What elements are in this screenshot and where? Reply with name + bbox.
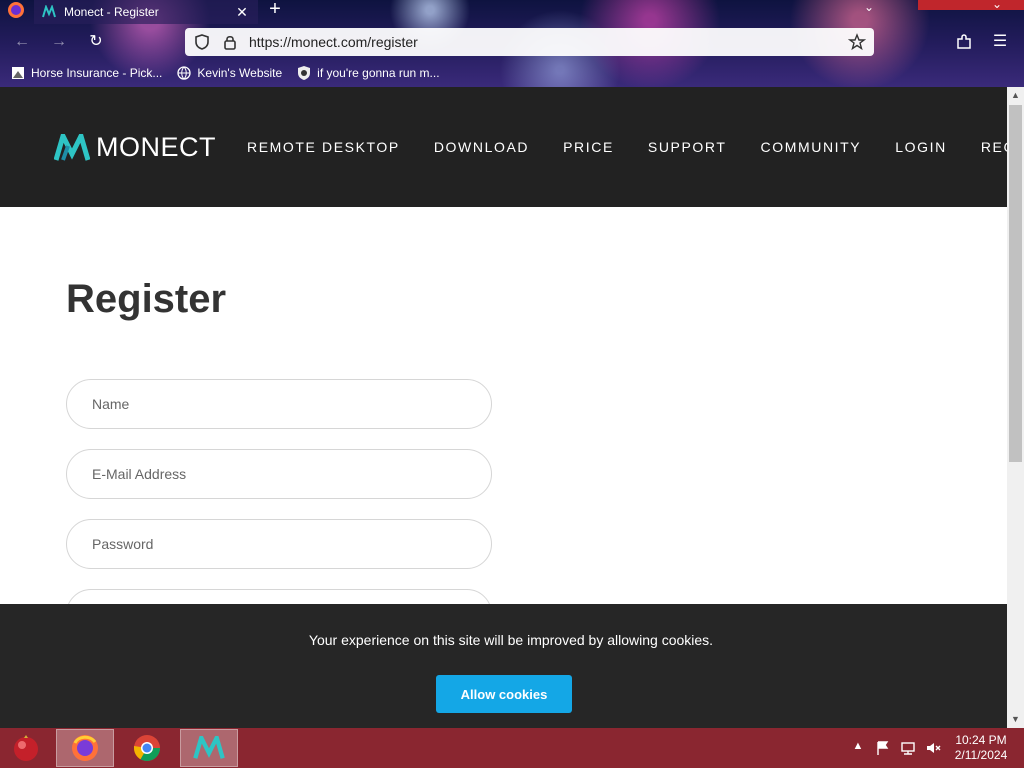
scroll-up-icon[interactable]: ▲ bbox=[1007, 87, 1024, 104]
nav-community[interactable]: COMMUNITY bbox=[761, 139, 862, 155]
taskbar: ▲ 10:24 PM 2/11/2024 bbox=[0, 728, 1024, 768]
name-field[interactable] bbox=[66, 379, 492, 429]
email-field[interactable] bbox=[66, 449, 492, 499]
scrollbar-thumb[interactable] bbox=[1009, 105, 1022, 462]
page-scrollbar[interactable]: ▲ ▼ bbox=[1007, 87, 1024, 728]
titlebar-highlight bbox=[918, 0, 1024, 10]
extensions-icon[interactable] bbox=[955, 33, 973, 51]
bookmark-kevins-website[interactable]: Kevin's Website bbox=[176, 65, 282, 81]
nav-download[interactable]: DOWNLOAD bbox=[434, 139, 529, 155]
start-orb-icon[interactable] bbox=[10, 732, 42, 764]
bookmarks-toolbar: Horse Insurance - Pick... Kevin's Websit… bbox=[0, 62, 1024, 84]
monect-favicon-icon bbox=[42, 5, 56, 18]
taskbar-clock[interactable]: 10:24 PM 2/11/2024 bbox=[948, 733, 1014, 763]
page-title: Register bbox=[66, 277, 227, 321]
nav-remote-desktop[interactable]: REMOTE DESKTOP bbox=[247, 139, 400, 155]
nav-register[interactable]: REGISTER bbox=[981, 139, 1007, 155]
url-text[interactable]: https://monect.com/register bbox=[249, 34, 848, 50]
show-hidden-icons-icon[interactable]: ▲ bbox=[850, 740, 866, 756]
bookmark-label: if you're gonna run m... bbox=[317, 66, 440, 80]
bookmark-star-icon[interactable] bbox=[848, 33, 866, 51]
reload-icon[interactable]: ↻ bbox=[84, 30, 108, 54]
monect-logo-icon bbox=[54, 133, 90, 161]
app-menu-icon[interactable]: ☰ bbox=[988, 30, 1012, 54]
firefox-icon[interactable] bbox=[6, 0, 26, 20]
browser-chrome: Monect - Register ✕ + ⌄ ⌄ ← → ↻ https://… bbox=[0, 0, 1024, 87]
bookmark-gonna-run[interactable]: if you're gonna run m... bbox=[296, 65, 440, 81]
password-field[interactable] bbox=[66, 519, 492, 569]
site-header: MONECT REMOTE DESKTOP DOWNLOAD PRICE SUP… bbox=[0, 87, 1007, 207]
cookie-banner: Your experience on this site will be imp… bbox=[0, 604, 1007, 728]
window-chevron-icon[interactable]: ⌄ bbox=[992, 0, 1002, 11]
clock-time: 10:24 PM bbox=[955, 733, 1007, 747]
tab-bar: Monect - Register ✕ + ⌄ ⌄ bbox=[0, 0, 1024, 24]
system-tray: ▲ bbox=[850, 740, 950, 756]
navigation-toolbar: ← → ↻ https://monect.com/register ☰ bbox=[0, 28, 1024, 56]
page-icon bbox=[12, 67, 24, 79]
shield-icon[interactable] bbox=[193, 33, 211, 51]
monect-logo-icon bbox=[193, 736, 225, 759]
globe-icon bbox=[177, 66, 192, 80]
new-tab-icon[interactable]: + bbox=[264, 0, 286, 22]
action-center-flag-icon[interactable] bbox=[875, 740, 891, 756]
scroll-down-icon[interactable]: ▼ bbox=[1007, 711, 1024, 728]
bookmark-label: Kevin's Website bbox=[197, 66, 283, 80]
bookmark-label: Horse Insurance - Pick... bbox=[31, 66, 163, 80]
address-bar[interactable]: https://monect.com/register bbox=[185, 28, 874, 56]
lock-icon[interactable] bbox=[221, 33, 239, 51]
chrome-icon bbox=[133, 735, 161, 762]
nav-price[interactable]: PRICE bbox=[563, 139, 614, 155]
close-tab-icon[interactable]: ✕ bbox=[234, 4, 250, 21]
logo-text: MONECT bbox=[96, 132, 216, 162]
volume-muted-icon[interactable] bbox=[925, 740, 941, 756]
taskbar-monect[interactable] bbox=[180, 729, 238, 767]
cookie-message: Your experience on this site will be imp… bbox=[308, 632, 714, 648]
back-icon[interactable]: ← bbox=[10, 30, 34, 54]
forward-icon[interactable]: → bbox=[47, 30, 71, 54]
bookmark-horse-insurance[interactable]: Horse Insurance - Pick... bbox=[10, 65, 162, 81]
site-logo[interactable]: MONECT bbox=[54, 132, 216, 163]
list-tabs-icon[interactable]: ⌄ bbox=[864, 0, 874, 14]
tab-title: Monect - Register bbox=[64, 5, 159, 19]
main-nav: REMOTE DESKTOP DOWNLOAD PRICE SUPPORT CO… bbox=[247, 139, 1007, 155]
allow-cookies-button[interactable]: Allow cookies bbox=[436, 675, 572, 713]
taskbar-chrome[interactable] bbox=[118, 729, 176, 767]
network-icon[interactable] bbox=[900, 740, 916, 756]
clock-date: 2/11/2024 bbox=[954, 748, 1008, 762]
shield-badge-icon bbox=[298, 66, 311, 80]
tab-monect-register[interactable]: Monect - Register ✕ bbox=[34, 0, 258, 24]
firefox-icon bbox=[72, 735, 98, 761]
taskbar-firefox[interactable] bbox=[56, 729, 114, 767]
nav-login[interactable]: LOGIN bbox=[895, 139, 947, 155]
nav-support[interactable]: SUPPORT bbox=[648, 139, 727, 155]
page-content: MONECT REMOTE DESKTOP DOWNLOAD PRICE SUP… bbox=[0, 87, 1007, 728]
